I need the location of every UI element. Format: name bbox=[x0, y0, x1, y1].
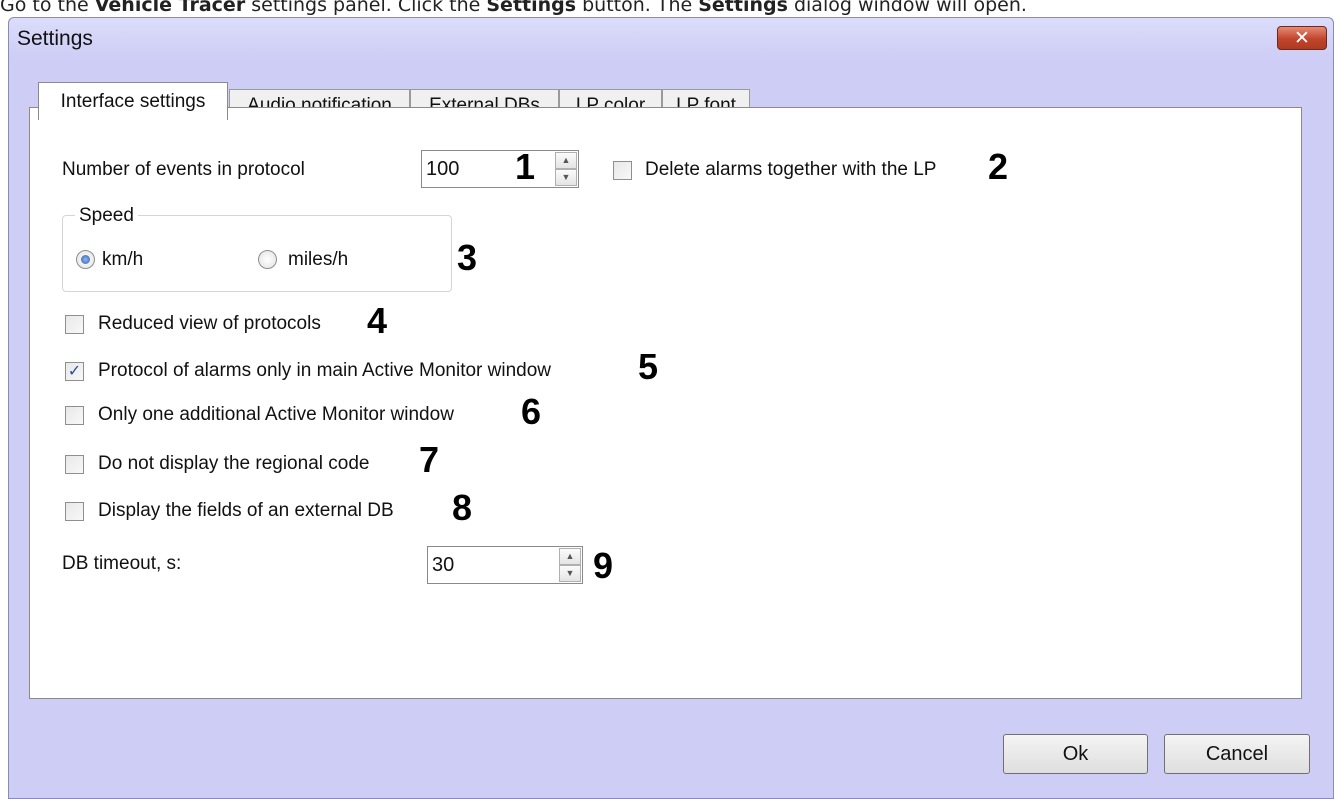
panel-content: Number of events in protocol 100 ▲ ▼ 1 D… bbox=[0, 0, 1334, 799]
delete-alarms-checkbox[interactable] bbox=[613, 161, 632, 180]
ext-db-fields-label: Display the fields of an external DB bbox=[98, 500, 394, 521]
reduced-view-checkbox[interactable] bbox=[65, 315, 84, 334]
chevron-up-icon[interactable]: ▲ bbox=[555, 152, 577, 169]
events-value[interactable]: 100 bbox=[426, 158, 459, 181]
db-timeout-label: DB timeout, s: bbox=[62, 553, 182, 574]
one-window-label: Only one additional Active Monitor windo… bbox=[98, 404, 454, 425]
ok-button-label: Ok bbox=[1062, 742, 1089, 765]
callout-1: 1 bbox=[515, 146, 536, 187]
db-timeout-value[interactable]: 30 bbox=[432, 554, 454, 577]
callout-4: 4 bbox=[367, 300, 388, 341]
one-window-checkbox[interactable] bbox=[65, 406, 84, 425]
callout-9: 9 bbox=[593, 545, 614, 586]
ext-db-fields-checkbox[interactable] bbox=[65, 502, 84, 521]
no-regional-label: Do not display the regional code bbox=[98, 453, 370, 474]
reduced-view-label: Reduced view of protocols bbox=[98, 313, 321, 334]
chevron-up-icon[interactable]: ▲ bbox=[559, 548, 581, 565]
chevron-down-icon[interactable]: ▼ bbox=[555, 169, 577, 186]
callout-3: 3 bbox=[457, 237, 478, 278]
stepper-arrows: ▲ ▼ bbox=[559, 548, 581, 582]
callout-8: 8 bbox=[452, 487, 473, 528]
radio-mph[interactable] bbox=[258, 250, 277, 269]
callout-2: 2 bbox=[988, 146, 1009, 187]
events-label: Number of events in protocol bbox=[62, 159, 305, 180]
radio-kmh[interactable] bbox=[76, 250, 95, 269]
radio-mph-label: miles/h bbox=[288, 249, 349, 270]
radio-kmh-label: km/h bbox=[102, 249, 144, 270]
speed-group-title: Speed bbox=[75, 205, 138, 227]
delete-alarms-label: Delete alarms together with the LP bbox=[645, 159, 937, 180]
callout-5: 5 bbox=[638, 346, 659, 387]
callout-7: 7 bbox=[419, 439, 440, 480]
events-stepper[interactable]: 100 ▲ ▼ bbox=[421, 150, 579, 188]
cancel-button[interactable]: Cancel bbox=[1164, 734, 1310, 774]
check-icon: ✓ bbox=[67, 362, 82, 380]
callout-6: 6 bbox=[521, 391, 542, 432]
db-timeout-stepper[interactable]: 30 ▲ ▼ bbox=[427, 546, 583, 584]
chevron-down-icon[interactable]: ▼ bbox=[559, 565, 581, 582]
ok-button[interactable]: Ok bbox=[1003, 734, 1148, 774]
no-regional-checkbox[interactable] bbox=[65, 455, 84, 474]
alarms-main-checkbox[interactable]: ✓ bbox=[65, 362, 84, 381]
cancel-button-label: Cancel bbox=[1205, 742, 1269, 765]
stepper-arrows: ▲ ▼ bbox=[555, 152, 577, 186]
alarms-main-label: Protocol of alarms only in main Active M… bbox=[98, 360, 552, 381]
